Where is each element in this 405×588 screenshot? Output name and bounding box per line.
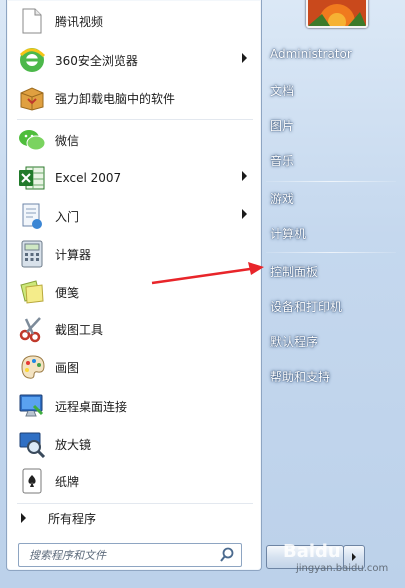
user-avatar[interactable]: [306, 0, 368, 28]
right-item-documents[interactable]: 文档: [270, 82, 294, 99]
remote-desktop-icon: [17, 391, 47, 421]
program-item[interactable]: Excel 2007: [13, 161, 253, 195]
program-label: 远程桌面连接: [55, 399, 128, 414]
paint-icon: [17, 352, 47, 382]
program-label: Excel 2007: [55, 171, 122, 185]
program-label: 放大镜: [55, 437, 92, 452]
program-item[interactable]: 远程桌面连接: [13, 389, 253, 423]
submenu-arrow-icon: [242, 53, 247, 63]
program-item[interactable]: 微信: [13, 123, 253, 157]
solitaire-icon: [17, 466, 47, 496]
right-item-help-support[interactable]: 帮助和支持: [270, 368, 330, 385]
search-icon[interactable]: [219, 547, 235, 567]
search-box[interactable]: [18, 543, 242, 567]
program-item[interactable]: 360安全浏览器: [13, 43, 253, 77]
program-label: 便笺: [55, 285, 80, 300]
program-item[interactable]: 纸牌: [13, 464, 253, 498]
browser-icon: [17, 45, 47, 75]
excel-icon: [17, 163, 47, 193]
list-separator: [17, 119, 253, 120]
program-item[interactable]: 放大镜: [13, 427, 253, 461]
search-input[interactable]: [19, 547, 221, 563]
program-item[interactable]: 画图: [13, 350, 253, 384]
program-label: 计算器: [55, 247, 92, 262]
program-label: 微信: [55, 133, 80, 148]
uninstall-box-icon: [17, 83, 47, 113]
magnifier-icon: [17, 429, 47, 459]
chevron-right-icon: [21, 513, 26, 523]
program-label: 画图: [55, 360, 80, 375]
right-separator: [266, 252, 396, 253]
right-item-devices-printers[interactable]: 设备和打印机: [270, 298, 342, 315]
right-item-control-panel[interactable]: 控制面板: [270, 263, 318, 280]
program-item[interactable]: 强力卸载电脑中的软件: [13, 81, 253, 115]
wechat-icon: [17, 125, 47, 155]
submenu-arrow-icon: [242, 209, 247, 219]
getting-started-icon: [17, 201, 47, 231]
annotation-arrow-icon: [151, 262, 264, 285]
all-programs-button[interactable]: 所有程序: [13, 504, 253, 532]
program-label: 截图工具: [55, 322, 104, 337]
program-label: 360安全浏览器: [55, 53, 138, 68]
start-menu: Administrator 文档 图片 音乐 游戏 计算机 控制面板 设备和打印…: [0, 0, 405, 588]
right-item-administrator[interactable]: Administrator: [270, 47, 352, 61]
watermark-brand: Baidu: [283, 541, 341, 562]
right-separator: [266, 181, 396, 182]
right-item-computer[interactable]: 计算机: [270, 225, 306, 242]
program-label: 腾讯视频: [55, 14, 104, 29]
right-item-pictures[interactable]: 图片: [270, 117, 294, 134]
program-item[interactable]: 腾讯视频: [13, 4, 253, 38]
all-programs-label: 所有程序: [48, 511, 97, 526]
watermark-site: jingyan.baidu.com: [296, 563, 389, 574]
right-item-default-programs[interactable]: 默认程序: [270, 333, 318, 350]
program-item[interactable]: 截图工具: [13, 312, 253, 346]
submenu-arrow-icon: [242, 171, 247, 181]
program-label: 入门: [55, 209, 80, 224]
calculator-icon: [17, 239, 47, 269]
sticky-notes-icon: [17, 277, 47, 307]
program-item[interactable]: 入门: [13, 199, 253, 233]
right-item-music[interactable]: 音乐: [270, 152, 294, 169]
program-label: 强力卸载电脑中的软件: [55, 91, 176, 106]
right-item-games[interactable]: 游戏: [270, 190, 294, 207]
document-icon: [17, 6, 47, 36]
program-label: 纸牌: [55, 474, 80, 489]
snipping-tool-icon: [17, 314, 47, 344]
